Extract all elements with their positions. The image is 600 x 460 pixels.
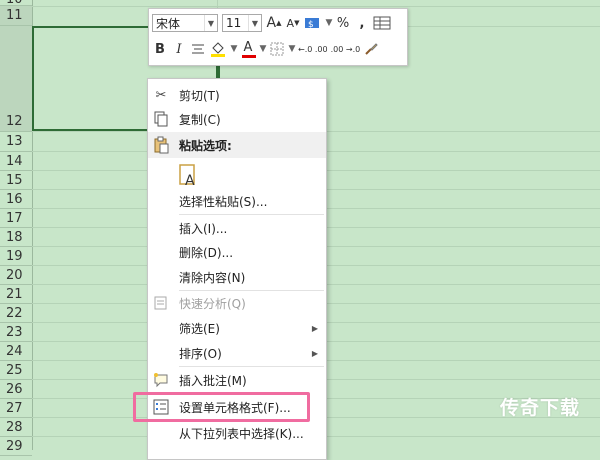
- menu-item-sort[interactable]: 排序(O) ▶: [148, 341, 326, 365]
- submenu-arrow-icon: ▶: [311, 323, 318, 333]
- font-name-combo[interactable]: 宋体 ▼: [152, 14, 218, 32]
- paint-bucket-icon: [211, 42, 225, 57]
- font-size-combo[interactable]: 11 ▼: [222, 14, 262, 32]
- align-center-button[interactable]: [190, 39, 206, 59]
- format-cells-highlight-box: [133, 392, 310, 422]
- row-number[interactable]: 12: [0, 26, 32, 132]
- shrink-font-icon: A: [286, 16, 295, 30]
- menu-item-label: 插入(I)...: [179, 221, 228, 236]
- chevron-down-icon[interactable]: ▼: [230, 39, 238, 59]
- menu-item-label: 选择性粘贴(S)...: [179, 194, 268, 209]
- decrease-decimal-button[interactable]: .00 →.0: [331, 39, 361, 59]
- chevron-down-icon[interactable]: ▼: [288, 39, 296, 59]
- clipboard-icon: [152, 136, 170, 154]
- row-number[interactable]: 28: [0, 418, 32, 437]
- menu-item-clear-contents[interactable]: 清除内容(N): [148, 265, 326, 289]
- font-size-value: 11: [226, 16, 242, 30]
- bold-button[interactable]: B: [152, 39, 168, 59]
- border-icon: [270, 42, 284, 56]
- format-painter-table-button[interactable]: [373, 13, 391, 33]
- mini-toolbar: 宋体 ▼ 11 ▼ A ▲ A ▼ $ ▼ % , B I ▼ A ▼ ▼ ←.…: [148, 8, 408, 66]
- menu-item-label: 插入批注(M): [179, 373, 247, 388]
- align-center-icon: [192, 44, 204, 54]
- row-number[interactable]: 17: [0, 209, 32, 228]
- menu-item-pick-from-list[interactable]: 从下拉列表中选择(K)...: [148, 421, 326, 445]
- row-number[interactable]: 20: [0, 266, 32, 285]
- row-number[interactable]: 29: [0, 437, 32, 456]
- watermark-text: 传奇下载: [500, 397, 581, 419]
- svg-text:A: A: [185, 173, 195, 187]
- menu-item-insert-comment[interactable]: 插入批注(M): [148, 368, 326, 392]
- row-number[interactable]: 22: [0, 304, 32, 323]
- menu-item-cut[interactable]: ✂ 剪切(T): [148, 83, 326, 107]
- paste-keep-text-button[interactable]: A: [148, 161, 326, 189]
- row-number[interactable]: 16: [0, 190, 32, 209]
- row-number[interactable]: 19: [0, 247, 32, 266]
- menu-item-label: 剪切(T): [179, 88, 220, 103]
- row-number[interactable]: 21: [0, 285, 32, 304]
- svg-text:$: $: [308, 20, 314, 30]
- quick-analysis-icon: [152, 294, 170, 312]
- scissors-icon: ✂: [155, 87, 167, 103]
- chevron-down-icon[interactable]: ▼: [247, 15, 261, 31]
- menu-item-label: 筛选(E): [179, 321, 220, 336]
- font-color-button[interactable]: A: [240, 39, 256, 59]
- chevron-down-icon[interactable]: ▼: [203, 15, 217, 31]
- submenu-arrow-icon: ▶: [311, 348, 318, 358]
- row-number[interactable]: 18: [0, 228, 32, 247]
- menu-item-label: 删除(D)...: [179, 245, 234, 260]
- row-number[interactable]: 23: [0, 323, 32, 342]
- decrease-font-size-button[interactable]: A ▼: [285, 13, 301, 33]
- percent-style-button[interactable]: %: [335, 13, 351, 33]
- fill-color-button[interactable]: [209, 39, 227, 59]
- copy-icon: [152, 110, 170, 128]
- font-color-icon: A: [243, 40, 253, 55]
- paste-text-only-icon: A: [179, 163, 199, 190]
- menu-item-filter[interactable]: 筛选(E) ▶: [148, 316, 326, 340]
- increase-decimal-button[interactable]: ←.0 .00: [298, 39, 328, 59]
- menu-section-label: 粘贴选项:: [179, 138, 232, 153]
- menu-item-label: 清除内容(N): [179, 270, 246, 285]
- chevron-down-icon[interactable]: ▼: [325, 13, 333, 33]
- brush-icon: [365, 43, 378, 55]
- comma-style-button[interactable]: ,: [354, 13, 370, 33]
- menu-item-label: 从下拉列表中选择(K)...: [179, 426, 304, 441]
- increase-font-size-button[interactable]: A ▲: [266, 13, 282, 33]
- row-number[interactable]: 26: [0, 380, 32, 399]
- row-number[interactable]: 15: [0, 171, 32, 190]
- row-number[interactable]: 24: [0, 342, 32, 361]
- menu-item-insert[interactable]: 插入(I)...: [148, 216, 326, 240]
- accounting-format-button[interactable]: $: [304, 13, 322, 33]
- menu-item-label: 排序(O): [179, 346, 222, 361]
- menu-item-label: 复制(C): [179, 112, 221, 127]
- table-format-icon: [373, 16, 391, 30]
- row-number[interactable]: 27: [0, 399, 32, 418]
- format-painter-button[interactable]: [363, 39, 379, 59]
- menu-item-copy[interactable]: 复制(C): [148, 107, 326, 131]
- row-number[interactable]: 25: [0, 361, 32, 380]
- currency-icon: $: [305, 18, 319, 30]
- italic-button[interactable]: I: [171, 39, 187, 59]
- row-header: 10 11 12 13 14 15 16 17 18 19 20 21 22 2…: [0, 0, 33, 456]
- row-number[interactable]: 13: [0, 132, 32, 152]
- comment-icon: [152, 371, 170, 389]
- menu-item-delete[interactable]: 删除(D)...: [148, 240, 326, 264]
- grow-font-icon: A: [266, 15, 277, 31]
- row-number[interactable]: 14: [0, 152, 32, 171]
- menu-item-paste-special[interactable]: 选择性粘贴(S)...: [148, 189, 326, 213]
- borders-button[interactable]: [269, 39, 285, 59]
- font-name-value: 宋体: [156, 16, 181, 31]
- menu-section-paste-options: 粘贴选项:: [148, 132, 326, 158]
- menu-item-label: 快速分析(Q): [179, 296, 246, 311]
- chevron-down-icon[interactable]: ▼: [259, 39, 267, 59]
- row-number[interactable]: 11: [0, 6, 32, 26]
- menu-item-quick-analysis: 快速分析(Q): [148, 291, 326, 315]
